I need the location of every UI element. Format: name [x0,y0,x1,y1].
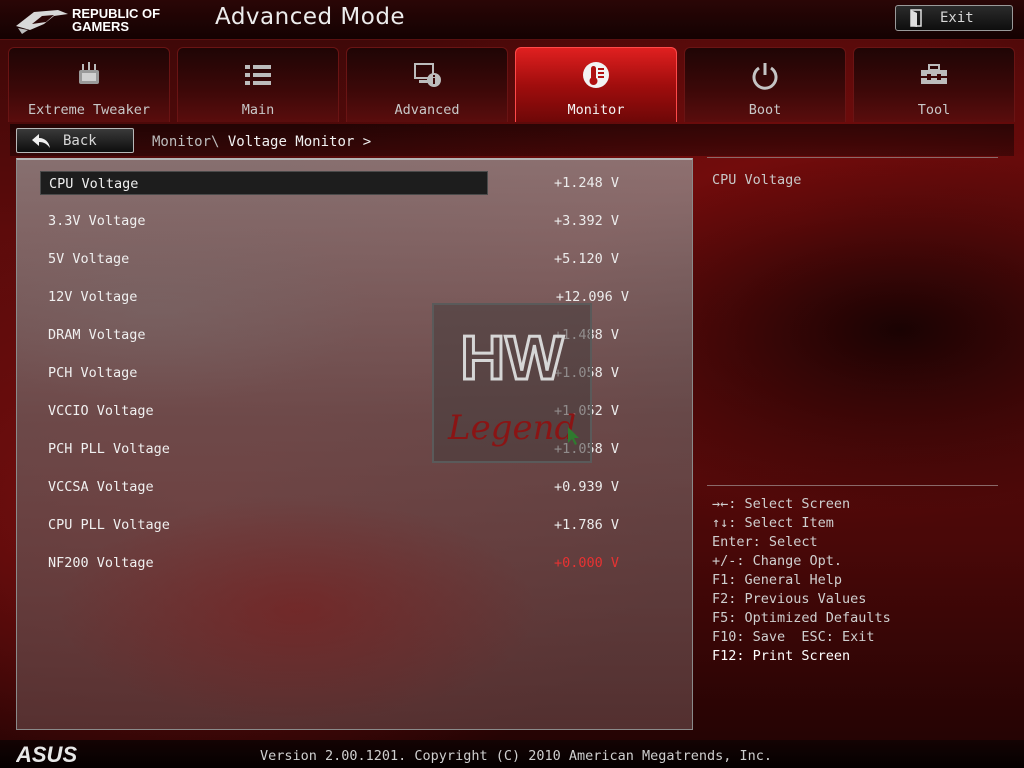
key-hint: Enter: Select [712,534,818,550]
help-divider-top [707,157,998,158]
voltage-name: 3.3V Voltage [48,213,146,229]
breadcrumb-parent[interactable]: Monitor\ [152,134,219,150]
power-icon [752,63,778,90]
exit-button[interactable]: Exit [895,5,1013,31]
tab-label: Main [241,102,275,118]
asus-logo: ASUS [16,744,77,764]
watermark-text-hw: HW [460,324,564,393]
voltage-value: +1.786 V [553,517,619,533]
rog-eye-icon [16,10,68,34]
breadcrumb: Monitor\ Voltage Monitor > [152,134,371,150]
toolbox-icon [921,64,947,84]
tab-label: Extreme Tweaker [28,102,150,118]
help-title: CPU Voltage [712,172,802,188]
voltage-value: +1.248 V [553,175,619,191]
voltage-row-cpu[interactable]: CPU Voltage +1.248 V [40,171,640,195]
voltage-value: +0.939 V [553,479,619,495]
asus-logo-text: ASUS [16,744,77,764]
voltage-name: CPU Voltage [40,171,488,195]
tab-tool[interactable]: Tool [853,47,1015,122]
header-bar: REPUBLIC OF GAMERS Advanced Mode Exit [0,0,1024,40]
tab-extreme-tweaker[interactable]: Extreme Tweaker [8,47,170,122]
back-arrow-icon [32,133,50,148]
voltage-row-nf200[interactable]: NF200 Voltage +0.000 V [40,551,640,575]
voltage-row-5v[interactable]: 5V Voltage +5.120 V [40,247,640,271]
voltage-value-alert: +0.000 V [553,555,619,571]
voltage-name: CPU PLL Voltage [48,517,170,533]
tab-label: Monitor [567,102,625,118]
voltage-row-3v3[interactable]: 3.3V Voltage +3.392 V [40,209,640,233]
rog-logo: REPUBLIC OF GAMERS [14,3,194,37]
key-hint: F1: General Help [712,572,843,588]
footer-bar: ASUS Version 2.00.1201. Copyright (C) 20… [0,740,1024,768]
tab-monitor[interactable]: Monitor [515,47,677,122]
list-icon [245,65,271,85]
key-hint: ↑↓: Select Item [712,515,834,531]
tab-boot[interactable]: Boot [684,47,846,122]
brand-line-2: GAMERS [72,19,130,34]
advanced-info-icon [414,63,441,87]
key-hint: +/-: Change Opt. [712,553,843,569]
back-label: Back [63,132,97,149]
key-hint: F10: Save ESC: Exit [712,629,875,645]
tab-label: Boot [748,102,782,118]
voltage-name: 5V Voltage [48,251,130,267]
watermark-text-legend: Legend [447,408,576,448]
key-hint: →←: Select Screen [712,496,851,512]
key-legend: →←: Select Screen ↑↓: Select Item Enter:… [712,495,891,666]
help-divider-keys [707,485,998,486]
voltage-name: PCH PLL Voltage [48,441,170,457]
key-hint: F5: Optimized Defaults [712,610,891,626]
back-button[interactable]: Back [16,128,134,153]
voltage-name: NF200 Voltage [48,555,154,571]
watermark-graphic: HW Legend [447,323,579,448]
tweaker-gauge-icon [79,62,99,84]
breadcrumb-current: Voltage Monitor > [227,134,372,150]
watermark-logo: HW Legend [432,303,592,463]
voltage-name: 12V Voltage [48,289,138,305]
tab-advanced[interactable]: Advanced [346,47,508,122]
exit-door-icon [910,9,922,27]
page-title: Advanced Mode [215,4,406,30]
tab-label: Tool [917,102,951,118]
version-text: Version 2.00.1201. Copyright (C) 2010 Am… [260,748,773,764]
voltage-name: VCCSA Voltage [48,479,154,495]
voltage-name: VCCIO Voltage [48,403,154,419]
key-hint-print-screen: F12: Print Screen [712,648,851,664]
tab-label: Advanced [394,102,460,118]
voltage-row-vccsa[interactable]: VCCSA Voltage +0.939 V [40,475,640,499]
key-hint: F2: Previous Values [712,591,867,607]
thermometer-icon [583,62,609,88]
tab-main[interactable]: Main [177,47,339,122]
voltage-name: DRAM Voltage [48,327,146,343]
tab-bar: Extreme Tweaker Main Advanced Monitor Bo… [0,47,1024,123]
voltage-row-cpu-pll[interactable]: CPU PLL Voltage +1.786 V [40,513,640,537]
voltage-value: +3.392 V [553,213,619,229]
voltage-value: +5.120 V [553,251,619,267]
exit-label: Exit [940,10,974,26]
voltage-name: PCH Voltage [48,365,138,381]
navigation-bar: Back Monitor\ Voltage Monitor > [10,124,1014,156]
